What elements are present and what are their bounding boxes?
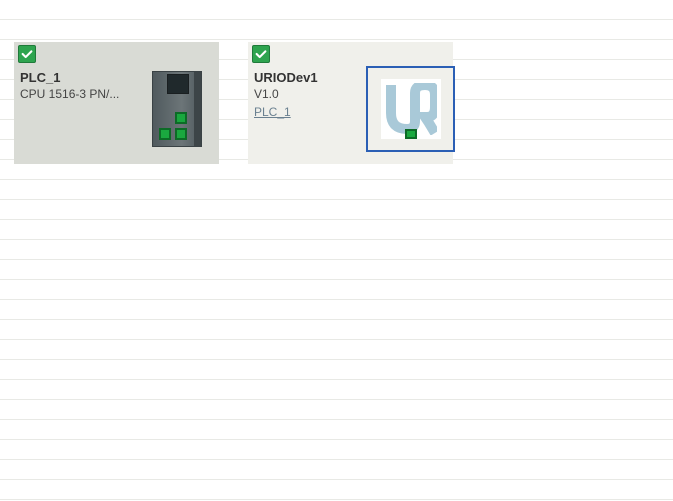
device-subtitle: CPU 1516-3 PN/...: [20, 87, 128, 101]
plc-module-icon: [152, 71, 202, 147]
status-ok-icon: [252, 45, 270, 63]
port-icon: [175, 128, 187, 140]
device-visual[interactable]: [134, 66, 219, 152]
status-ok-icon: [18, 45, 36, 63]
port-icon: [175, 112, 187, 124]
device-card-urio[interactable]: URIODev1 V1.0 PLC_1: [248, 42, 453, 164]
device-info: URIODev1 V1.0 PLC_1: [248, 66, 368, 152]
device-subtitle: V1.0: [254, 87, 362, 101]
network-canvas[interactable]: PLC_1 CPU 1516-3 PN/... U: [0, 0, 673, 501]
ur-logo-icon: [381, 79, 441, 139]
device-footer: [248, 152, 453, 164]
device-visual[interactable]: [368, 66, 453, 152]
device-name: PLC_1: [20, 70, 128, 85]
port-icon: [405, 129, 417, 139]
port-icon: [159, 128, 171, 140]
device-header: [248, 42, 453, 66]
device-footer: [14, 152, 219, 164]
device-body: PLC_1 CPU 1516-3 PN/...: [14, 66, 219, 152]
device-card-plc[interactable]: PLC_1 CPU 1516-3 PN/...: [14, 42, 219, 164]
device-info: PLC_1 CPU 1516-3 PN/...: [14, 66, 134, 152]
controller-link[interactable]: PLC_1: [254, 105, 362, 119]
device-name: URIODev1: [254, 70, 362, 85]
device-body: URIODev1 V1.0 PLC_1: [248, 66, 453, 152]
device-header: [14, 42, 219, 66]
